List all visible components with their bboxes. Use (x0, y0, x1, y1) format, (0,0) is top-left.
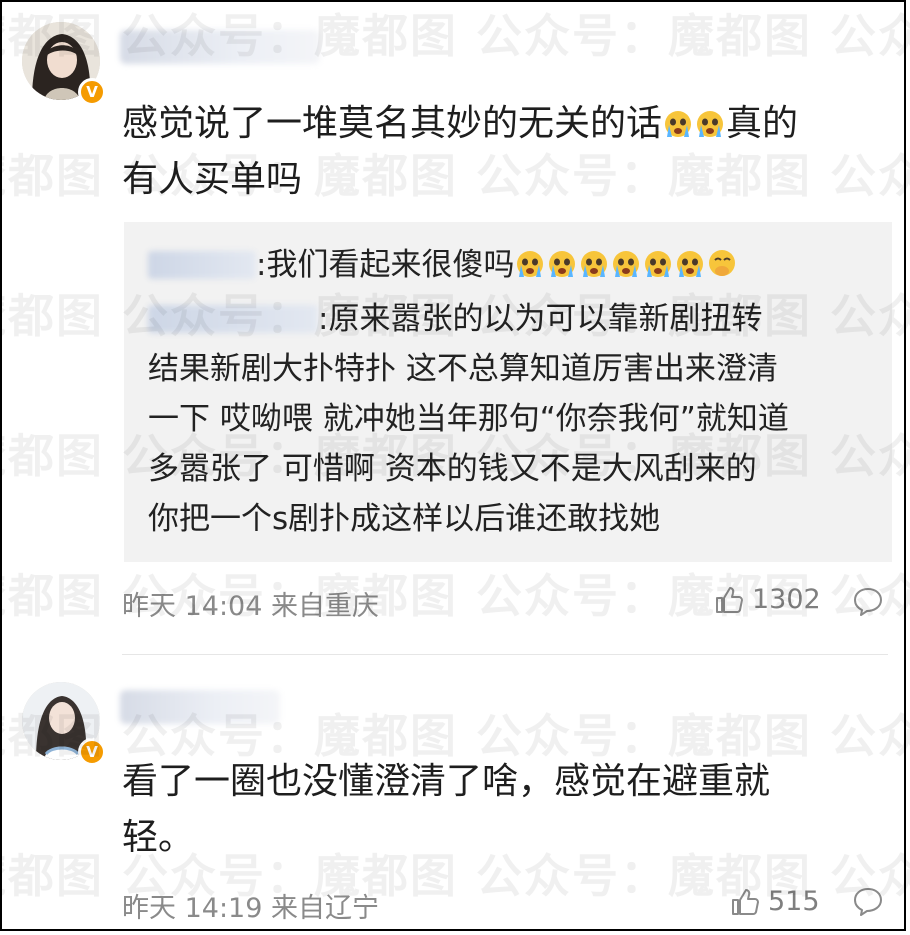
reply-2-line-2: 结果新剧大扑特扑 这不总算知道厉害出来澄清 (148, 351, 778, 387)
comment-timestamp: 昨天 14:04 来自重庆 (122, 591, 379, 622)
reply-2-line-4: 多嚣张了 可惜啊 资本的钱又不是大风刮来的 (148, 451, 757, 487)
screenshot-frame: V 感觉说了一堆莫名其妙的无关的话 真的 有人买单吗 :我们看起来很傻吗 :原来嚣… (0, 0, 906, 931)
crying-emoji-icon (611, 246, 641, 278)
reply-2-line-3: 一下 哎呦喂 就冲她当年那句“你奈我何”就知道 (148, 401, 789, 437)
reply-1: :我们看起来很傻吗 (148, 242, 738, 288)
like-count: 1302 (752, 584, 821, 615)
comment-text-line1: 感觉说了一堆莫名其妙的无关的话 (122, 103, 663, 144)
comment-text: 看了一圈也没懂澄清了啥，感觉在避重就 轻。 (122, 754, 892, 866)
like-button[interactable]: 1302 (714, 584, 821, 615)
crying-emoji-icon (547, 246, 577, 278)
crying-emoji-icon (643, 246, 673, 278)
like-button[interactable]: 515 (730, 886, 820, 917)
like-count: 515 (768, 886, 820, 917)
reply-1-text: :我们看起来很傻吗 (256, 247, 515, 283)
thumbs-up-icon (716, 586, 743, 613)
thumbs-up-icon (732, 888, 759, 915)
comment-text-line1: 看了一圈也没懂澄清了啥，感觉在避重就 (122, 761, 771, 802)
reply-icon[interactable] (852, 886, 884, 916)
reply-box[interactable]: :我们看起来很傻吗 :原来嚣张的以为可以靠新剧扭转 结果新剧大扑特扑 这不总算知… (124, 222, 892, 562)
crying-emoji-icon (579, 246, 609, 278)
username-blurred[interactable] (120, 690, 280, 724)
comment-text-line2: 有人买单吗 (122, 159, 303, 200)
reply-icon[interactable] (852, 586, 884, 616)
reply-2-line-1: :原来嚣张的以为可以靠新剧扭转 (148, 296, 762, 342)
crying-emoji-icon (663, 100, 693, 137)
reply-username-blurred[interactable] (148, 305, 318, 333)
crying-emoji-icon (695, 100, 725, 137)
divider (122, 654, 888, 655)
verified-badge: V (78, 738, 106, 766)
crying-emoji-icon (675, 246, 705, 278)
verified-badge: V (78, 78, 106, 106)
thinking-emoji-icon (707, 246, 737, 278)
comment-text-line2: 轻。 (122, 817, 195, 858)
crying-emoji-icon (515, 246, 545, 278)
comment-text: 感觉说了一堆莫名其妙的无关的话 真的 有人买单吗 (122, 96, 892, 208)
comment-timestamp: 昨天 14:19 来自辽宁 (122, 893, 379, 924)
reply-2-line-5: 你把一个s剧扑成这样以后谁还敢找她 (148, 501, 661, 537)
username-blurred[interactable] (120, 30, 320, 64)
reply-username-blurred[interactable] (148, 251, 256, 279)
comment-text-line1-tail: 真的 (726, 103, 799, 144)
